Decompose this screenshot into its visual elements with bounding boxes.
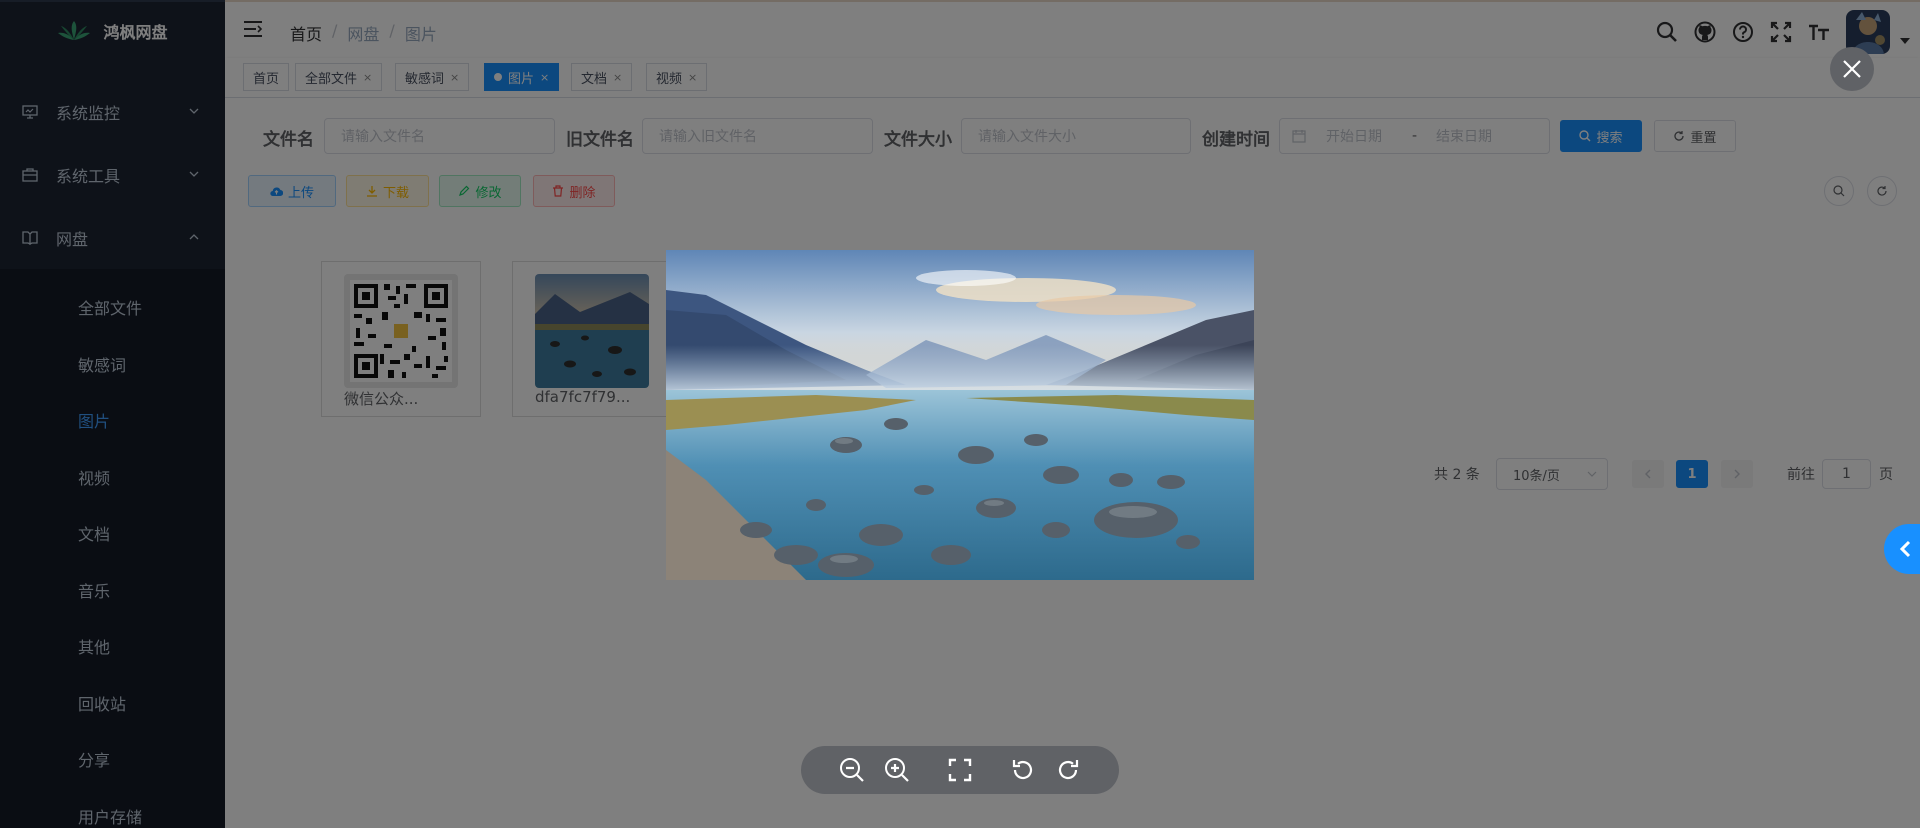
fit-screen-icon[interactable] [938, 746, 983, 794]
viewer-close-button[interactable] [1830, 47, 1874, 91]
zoom-in-icon[interactable] [875, 746, 920, 794]
preview-image[interactable] [666, 250, 1254, 580]
zoom-out-icon[interactable] [830, 746, 875, 794]
close-icon [1843, 60, 1861, 78]
rotate-right-icon[interactable] [1046, 746, 1091, 794]
viewer-actions-bar [801, 746, 1119, 794]
rotate-left-icon[interactable] [1001, 746, 1046, 794]
chevron-left-icon [1899, 540, 1911, 558]
